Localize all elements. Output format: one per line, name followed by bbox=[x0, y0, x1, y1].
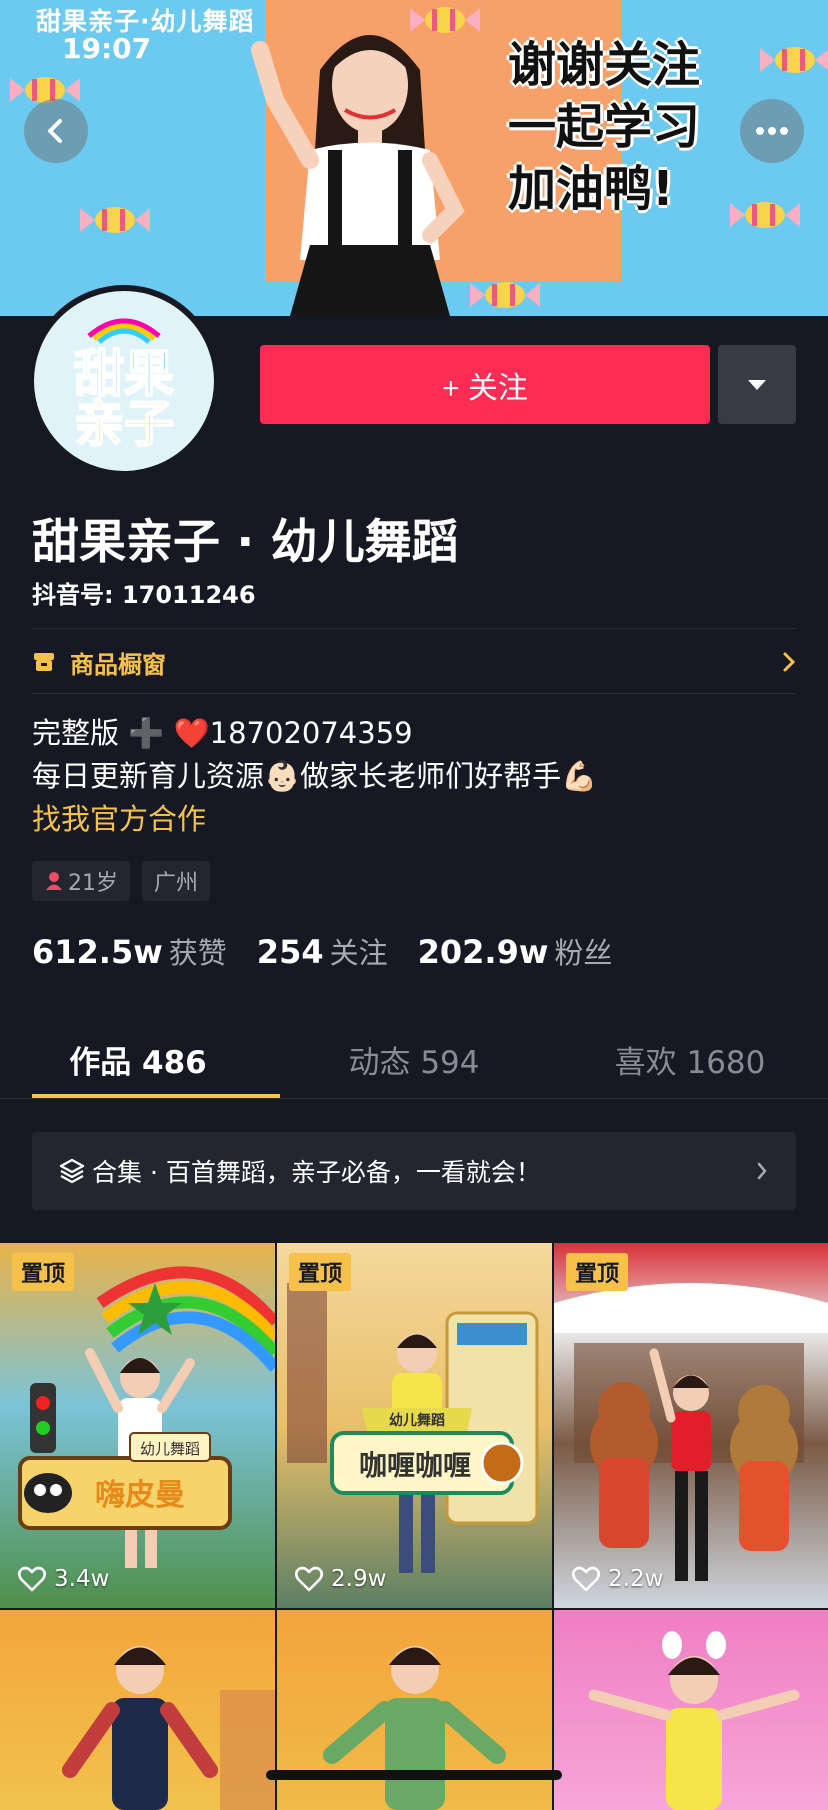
location-text: 广州 bbox=[154, 871, 199, 896]
tab-moments[interactable]: 动态 594 bbox=[276, 1020, 552, 1098]
profile-bio: 完整版 ➕ ❤️18702074359 每日更新育儿资源👶🏻做家长老师们好帮手💪… bbox=[32, 712, 597, 841]
heart-icon bbox=[18, 1566, 46, 1592]
layers-icon bbox=[59, 1158, 85, 1184]
thumbnail-image bbox=[554, 1283, 828, 1581]
following-label[interactable]: 关注 bbox=[330, 930, 388, 972]
slogan-line: 谢谢关注 bbox=[508, 37, 701, 93]
thumbnail-image: 幼儿舞蹈 嗨皮曼 bbox=[18, 1266, 275, 1568]
pinned-badge: 置顶 bbox=[12, 1253, 75, 1291]
thumbnail-caption: 嗨皮曼 bbox=[95, 1478, 185, 1513]
video-likes-count: 3.4w bbox=[54, 1566, 110, 1592]
pinned-badge: 置顶 bbox=[289, 1253, 352, 1291]
avatar-logo: 甜果 亲子 bbox=[73, 318, 175, 454]
caret-down-icon bbox=[748, 379, 766, 390]
thumbnail-image bbox=[62, 1646, 275, 1810]
more-options-button[interactable] bbox=[740, 99, 804, 163]
video-thumbnail[interactable]: 置顶 2.2w bbox=[554, 1243, 828, 1608]
divider bbox=[32, 628, 796, 629]
collection-label: 合集 · 百首舞蹈，亲子必备，一看就会！ bbox=[92, 1158, 541, 1187]
thumbnail-image bbox=[323, 1646, 506, 1810]
divider bbox=[32, 693, 796, 694]
thumbnail-image bbox=[588, 1631, 800, 1810]
recommend-dropdown-button[interactable] bbox=[718, 345, 796, 424]
collection-banner[interactable]: 合集 · 百首舞蹈，亲子必备，一看就会！ bbox=[32, 1132, 796, 1210]
video-thumbnail[interactable] bbox=[554, 1610, 828, 1810]
likes-count: 612.5w bbox=[32, 933, 163, 971]
chevron-right-icon bbox=[783, 652, 796, 672]
profile-name: 甜果亲子 · 幼儿舞蹈 bbox=[32, 515, 459, 570]
back-button[interactable] bbox=[24, 99, 88, 163]
status-time: 19:07 bbox=[62, 32, 152, 65]
fans-label[interactable]: 粉丝 bbox=[554, 930, 612, 972]
video-thumbnail[interactable] bbox=[0, 1610, 275, 1810]
bio-line: 每日更新育儿资源👶🏻做家长老师们好帮手💪🏻 bbox=[32, 759, 598, 793]
follow-button[interactable]: + 关注 bbox=[260, 345, 710, 424]
heart-icon bbox=[295, 1566, 323, 1592]
video-thumbnail[interactable]: 幼儿舞蹈 咖喱咖喱 置顶 2.9w bbox=[277, 1243, 552, 1608]
banner-person-image bbox=[251, 35, 465, 316]
shop-window-label: 商品橱窗 bbox=[70, 650, 166, 679]
avatar[interactable]: 甜果 亲子 bbox=[28, 285, 220, 477]
slogan-line: 一起学习 bbox=[508, 99, 701, 155]
divider bbox=[0, 1098, 828, 1099]
douyin-id[interactable]: 抖音号: 17011246 bbox=[32, 575, 256, 610]
candy-decoration bbox=[760, 47, 828, 73]
video-likes-count: 2.2w bbox=[608, 1566, 664, 1592]
location-tag: 广州 bbox=[142, 861, 211, 901]
video-likes: 2.2w bbox=[572, 1566, 663, 1592]
shop-icon bbox=[34, 653, 54, 671]
chevron-left-icon bbox=[48, 119, 62, 143]
video-likes: 3.4w bbox=[18, 1566, 109, 1592]
video-thumbnail[interactable]: 幼儿舞蹈 嗨皮曼 置顶 3.4w bbox=[0, 1243, 275, 1608]
likes-label: 获赞 bbox=[168, 936, 227, 970]
female-icon bbox=[46, 872, 62, 890]
video-thumbnail[interactable] bbox=[277, 1610, 552, 1810]
home-indicator bbox=[266, 1770, 562, 1780]
candy-decoration bbox=[80, 207, 150, 233]
avatar-logo-line2: 亲子 bbox=[74, 395, 174, 453]
chevron-right-icon bbox=[757, 1162, 767, 1180]
video-likes: 2.9w bbox=[295, 1566, 386, 1592]
profile-stats: 612.5w 获赞 254 关注 202.9w 粉丝 bbox=[32, 930, 642, 972]
profile-banner: 甜果亲子·幼儿舞蹈 19:07 谢谢关注 一起学习 加油鸭! bbox=[0, 0, 828, 316]
thumbnail-caption-small: 幼儿舞蹈 bbox=[389, 1412, 445, 1429]
bio-line: 完整版 ➕ ❤️18702074359 bbox=[32, 716, 413, 750]
banner-slogan: 谢谢关注 一起学习 加油鸭! bbox=[508, 34, 758, 220]
tab-works[interactable]: 作品 486 bbox=[0, 1020, 280, 1098]
fans-count[interactable]: 202.9w bbox=[418, 933, 549, 971]
tab-likes[interactable]: 喜欢 1680 bbox=[552, 1020, 828, 1098]
slogan-line: 加油鸭! bbox=[508, 161, 674, 217]
video-grid: 幼儿舞蹈 嗨皮曼 置顶 3.4w 幼儿舞蹈 咖喱咖喱 置顶 2.9w 置顶 2.… bbox=[0, 1243, 828, 1810]
pinned-badge: 置顶 bbox=[566, 1253, 629, 1291]
shop-window-row[interactable]: 商品橱窗 bbox=[32, 632, 796, 692]
thumbnail-image: 幼儿舞蹈 咖喱咖喱 bbox=[287, 1283, 539, 1573]
profile-tabs: 作品 486 动态 594 喜欢 1680 bbox=[0, 1020, 828, 1098]
video-likes-count: 2.9w bbox=[331, 1566, 387, 1592]
thumbnail-caption: 咖喱咖喱 bbox=[359, 1449, 471, 1482]
business-cooperation-link[interactable]: 找我官方合作 bbox=[32, 798, 597, 841]
ellipsis-icon bbox=[756, 127, 788, 135]
age-tag: 21岁 bbox=[32, 861, 130, 901]
following-count[interactable]: 254 bbox=[257, 933, 324, 971]
thumbnail-caption-small: 幼儿舞蹈 bbox=[140, 1440, 200, 1458]
age-text: 21岁 bbox=[68, 871, 118, 896]
heart-icon bbox=[572, 1566, 600, 1592]
